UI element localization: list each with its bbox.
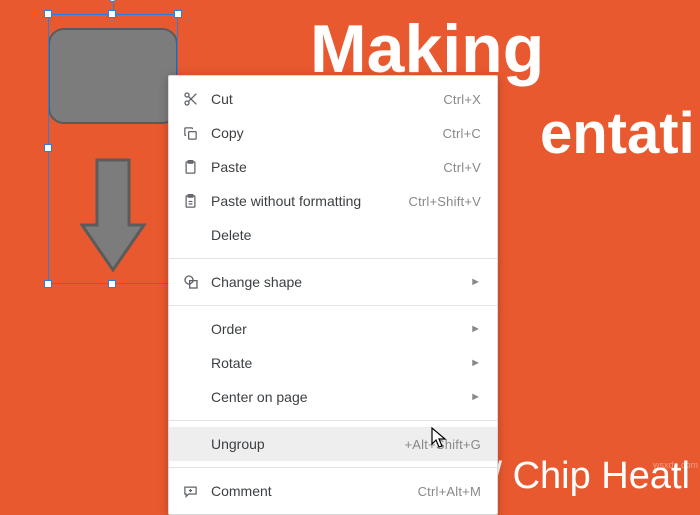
menu-shortcut: Ctrl+X (443, 92, 481, 107)
resize-handle-bl[interactable] (44, 280, 52, 288)
menu-copy[interactable]: Copy Ctrl+C (169, 116, 497, 150)
submenu-arrow-icon: ► (470, 323, 481, 335)
comment-icon (183, 484, 211, 499)
menu-label: Copy (211, 125, 443, 141)
menu-label: Center on page (211, 389, 470, 405)
shapes-icon (183, 274, 211, 290)
menu-divider (169, 467, 497, 468)
menu-divider (169, 258, 497, 259)
menu-cut[interactable]: Cut Ctrl+X (169, 82, 497, 116)
menu-paste[interactable]: Paste Ctrl+V (169, 150, 497, 184)
menu-label: Change shape (211, 274, 470, 290)
menu-label: Order (211, 321, 470, 337)
menu-paste-without-formatting[interactable]: Paste without formatting Ctrl+Shift+V (169, 184, 497, 218)
menu-label: Paste without formatting (211, 193, 409, 209)
menu-divider (169, 420, 497, 421)
menu-label: Comment (211, 483, 418, 499)
menu-order[interactable]: Order ► (169, 312, 497, 346)
menu-rotate[interactable]: Rotate ► (169, 346, 497, 380)
source-mark: wsxdn.com (653, 460, 698, 470)
selection-bounds (48, 14, 178, 284)
resize-handle-ml[interactable] (44, 144, 52, 152)
menu-delete[interactable]: Delete (169, 218, 497, 252)
menu-shortcut: Ctrl+C (443, 126, 481, 141)
menu-label: Rotate (211, 355, 470, 371)
menu-comment[interactable]: Comment Ctrl+Alt+M (169, 474, 497, 508)
scissors-icon (183, 91, 211, 107)
resize-handle-bm[interactable] (108, 280, 116, 288)
menu-shortcut: Ctrl+Shift+V (409, 194, 482, 209)
clipboard-plain-icon (183, 194, 211, 209)
menu-label: Delete (211, 227, 481, 243)
menu-divider (169, 305, 497, 306)
clipboard-icon (183, 160, 211, 175)
context-menu: Cut Ctrl+X Copy Ctrl+C Paste Ctrl+V Past… (168, 75, 498, 515)
menu-change-shape[interactable]: Change shape ► (169, 265, 497, 299)
menu-shortcut: Ctrl+V (443, 160, 481, 175)
submenu-arrow-icon: ► (470, 391, 481, 403)
rotation-handle[interactable] (108, 0, 117, 2)
menu-label: Ungroup (211, 436, 405, 452)
menu-shortcut: Ctrl+Alt+M (418, 484, 481, 499)
menu-ungroup[interactable]: Ungroup +Alt+Shift+G (169, 427, 497, 461)
submenu-arrow-icon: ► (470, 357, 481, 369)
resize-handle-tm[interactable] (108, 10, 116, 18)
resize-handle-tl[interactable] (44, 10, 52, 18)
resize-handle-tr[interactable] (174, 10, 182, 18)
menu-label: Paste (211, 159, 443, 175)
copy-icon (183, 126, 211, 141)
slide-subtitle-fragment: entati (540, 100, 695, 167)
menu-center-on-page[interactable]: Center on page ► (169, 380, 497, 414)
menu-shortcut: +Alt+Shift+G (405, 437, 481, 452)
menu-label: Cut (211, 91, 443, 107)
submenu-arrow-icon: ► (470, 276, 481, 288)
